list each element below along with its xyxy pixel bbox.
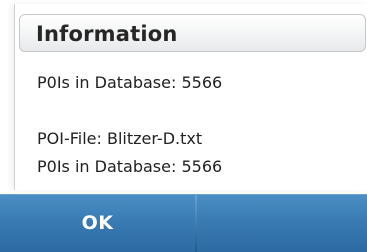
pois-in-database-text: P0Is in Database: 5566 <box>37 73 223 92</box>
ok-button-label: OK <box>81 212 114 234</box>
screen: Information P0Is in Database: 5566 POI-F… <box>0 0 367 252</box>
pois-in-database-text-2: P0Is in Database: 5566 <box>37 157 223 176</box>
information-dialog: Information P0Is in Database: 5566 POI-F… <box>14 4 367 190</box>
poi-file-text: POI-File: Blitzer-D.txt <box>37 129 203 148</box>
right-softkey[interactable] <box>197 195 367 252</box>
ok-button[interactable]: OK <box>0 195 195 252</box>
dialog-title-bar: Information <box>19 14 366 52</box>
dialog-title: Information <box>36 22 178 46</box>
softkey-bar: OK <box>0 194 367 252</box>
